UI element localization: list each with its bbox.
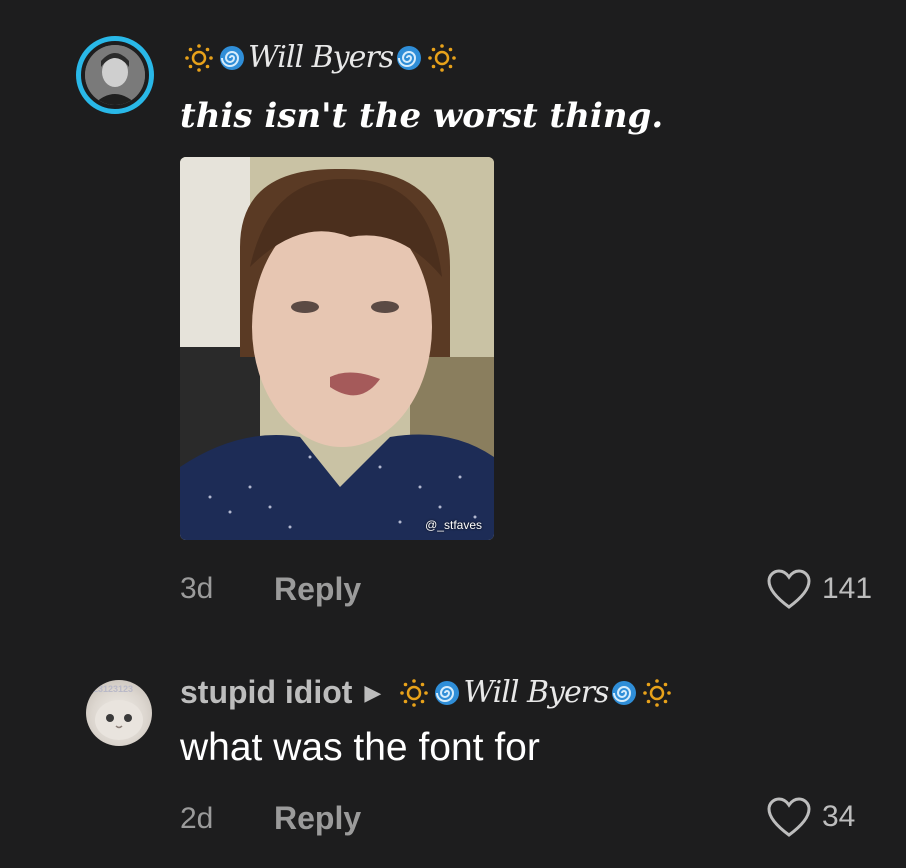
heart-icon — [767, 569, 811, 609]
reply-to-arrow-icon: ▶ — [364, 679, 382, 705]
commenter-avatar[interactable] — [76, 36, 154, 114]
spiral-icon — [220, 45, 244, 70]
reply-text: what was the font for — [180, 726, 540, 769]
avatar-text: 123123123 — [88, 684, 134, 694]
like-button[interactable]: 34 — [766, 796, 855, 838]
comment-attachment-image[interactable]: @_stfaves — [180, 157, 494, 540]
heart-icon — [767, 797, 811, 837]
reply-timestamp: 2d — [180, 802, 214, 835]
reply-author-row[interactable]: stupid idiot ▶ Will Byers — [180, 674, 676, 711]
like-count: 34 — [822, 800, 856, 833]
sun-icon — [643, 678, 672, 707]
reply-username[interactable]: stupid idiot — [180, 674, 352, 711]
avatar-photo — [85, 45, 145, 105]
attachment-illustration — [180, 157, 494, 540]
spiral-icon — [397, 45, 422, 70]
sun-icon — [400, 678, 429, 707]
spiral-icon — [612, 680, 637, 705]
like-button[interactable]: 141 — [766, 568, 872, 610]
replying-to-name: Will Byers — [463, 675, 609, 710]
comment-timestamp: 3d — [180, 572, 214, 605]
reply-item: 123123123 stupid idiot ▶ Will Byers what… — [0, 660, 906, 868]
author-name: Will Byers — [248, 40, 394, 75]
sun-icon — [428, 43, 456, 72]
spiral-icon — [435, 680, 460, 705]
comment-author-row[interactable]: Will Byers — [180, 40, 461, 75]
reply-avatar[interactable]: 123123123 — [86, 680, 152, 746]
reply-button[interactable]: Reply — [274, 800, 361, 837]
comment-text: this isn't the worst thing. — [180, 96, 664, 136]
reply-button[interactable]: Reply — [274, 571, 361, 608]
attachment-watermark: @_stfaves — [425, 518, 482, 532]
like-count: 141 — [822, 572, 873, 605]
comment-item: Will Byers this isn't the worst thing. @… — [0, 0, 906, 640]
sun-icon — [185, 43, 213, 72]
